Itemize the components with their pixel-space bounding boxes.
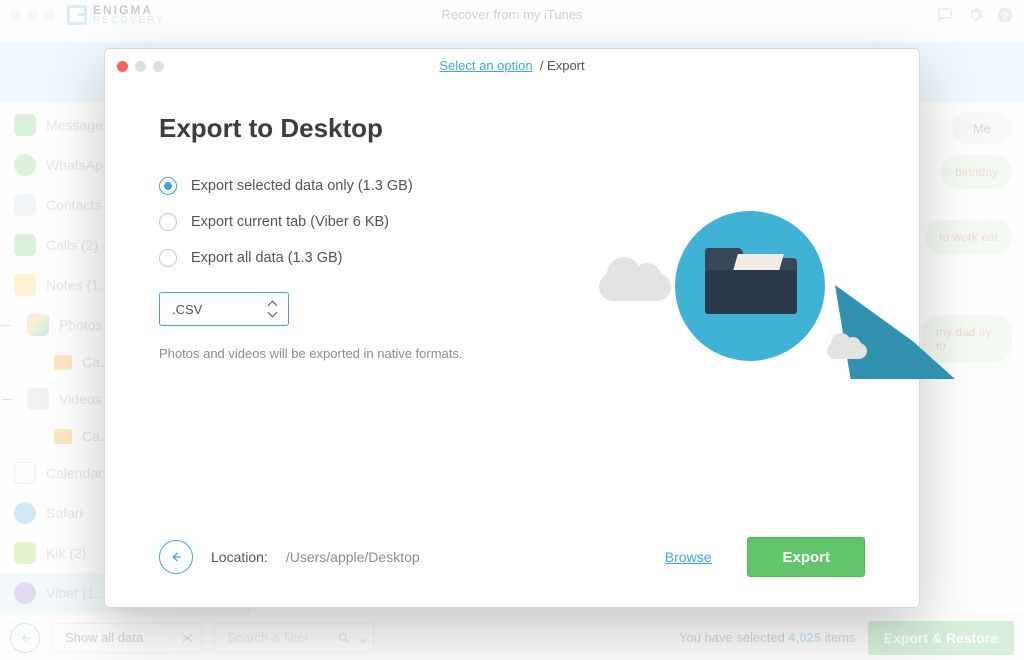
- back-button[interactable]: [159, 540, 193, 574]
- option-label: Export current tab (Viber 6 KB): [191, 214, 389, 230]
- modal-body: Export to Desktop Export selected data o…: [105, 83, 919, 607]
- arrow-left-icon: [168, 549, 184, 565]
- location-path: /Users/apple/Desktop: [286, 549, 420, 565]
- modal-footer: Location: /Users/apple/Desktop Browse Ex…: [159, 537, 865, 577]
- folder-illustration: [589, 193, 869, 413]
- modal-title: Export to Desktop: [159, 113, 865, 144]
- radio-unselected-icon: [159, 213, 177, 231]
- browse-button[interactable]: Browse: [665, 549, 712, 565]
- option-label: Export all data (1.3 GB): [191, 250, 343, 266]
- minimize-dot[interactable]: [135, 61, 146, 72]
- maximize-dot[interactable]: [153, 61, 164, 72]
- cloud-icon: [827, 343, 867, 359]
- format-select[interactable]: .CSV: [159, 292, 289, 326]
- radio-unselected-icon: [159, 249, 177, 267]
- location-label: Location:: [211, 549, 268, 565]
- radio-selected-icon: [159, 177, 177, 195]
- format-value: .CSV: [172, 302, 202, 317]
- export-button[interactable]: Export: [747, 537, 865, 577]
- close-dot[interactable]: [117, 61, 128, 72]
- cloud-icon: [599, 273, 671, 301]
- breadcrumb-prev-link[interactable]: Select an option: [439, 58, 532, 73]
- option-label: Export selected data only (1.3 GB): [191, 178, 413, 194]
- export-modal: Select an option / Export Export to Desk…: [104, 48, 920, 608]
- folder-icon: [705, 248, 797, 314]
